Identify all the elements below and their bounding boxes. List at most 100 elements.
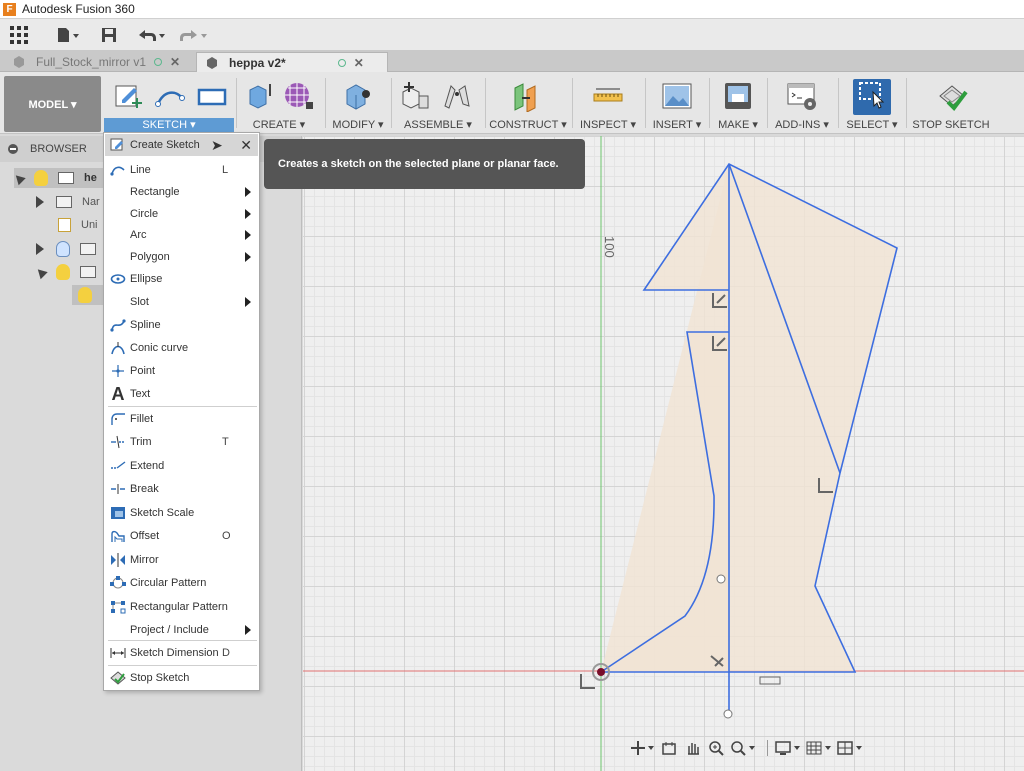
construct-menu-label[interactable]: CONSTRUCT ▾ — [487, 118, 569, 131]
insert-image-icon[interactable] — [661, 80, 693, 112]
expand-toggle-icon[interactable] — [12, 171, 26, 185]
workspace-switcher[interactable]: MODEL ▾ — [4, 76, 101, 132]
close-menu-icon[interactable]: ✕ — [240, 137, 252, 154]
offset-plane-icon[interactable] — [511, 80, 543, 112]
menu-item-fillet[interactable]: Fillet — [105, 408, 258, 430]
grid-settings-icon[interactable] — [805, 739, 832, 757]
save-icon[interactable] — [94, 23, 124, 47]
stop-sketch-group[interactable]: STOP SKETCH — [908, 72, 994, 134]
insert-group[interactable]: INSERT ▾ — [647, 72, 707, 134]
scripts-icon[interactable] — [786, 80, 818, 112]
menu-item-rectangle[interactable]: Rectangle — [105, 181, 258, 203]
visibility-bulb-icon[interactable] — [56, 264, 70, 280]
menu-item-circular-pattern[interactable]: Circular Pattern — [105, 572, 258, 594]
measure-icon[interactable] — [592, 80, 624, 112]
tree-named-views[interactable]: Nar — [36, 192, 100, 212]
stop-sketch-label[interactable]: STOP SKETCH — [908, 119, 994, 131]
menu-item-text[interactable]: A Text — [105, 383, 258, 405]
tab-heppa[interactable]: heppa v2* ✕ — [196, 52, 388, 72]
menu-item-point[interactable]: Point — [105, 360, 258, 382]
inspect-menu-label[interactable]: INSPECT ▾ — [574, 118, 642, 131]
zoom-window-icon[interactable] — [706, 739, 726, 757]
profile-region-right[interactable] — [601, 164, 897, 672]
undo-icon[interactable] — [130, 23, 170, 47]
add-ins-group[interactable]: ADD-INS ▾ — [769, 72, 835, 134]
form-icon[interactable] — [282, 80, 314, 112]
menu-item-create-sketch[interactable]: Create Sketch ➤ ✕ — [105, 134, 258, 156]
dimension-label[interactable]: 100 — [602, 236, 617, 258]
stop-sketch-icon[interactable] — [936, 80, 968, 112]
grid-icon[interactable] — [0, 23, 38, 47]
menu-item-sketch-dimension[interactable]: Sketch Dimension D — [105, 642, 258, 664]
select-icon[interactable] — [857, 80, 889, 112]
press-pull-icon[interactable] — [342, 80, 374, 112]
3d-print-icon[interactable] — [722, 80, 754, 112]
modify-group[interactable]: MODIFY ▾ — [327, 72, 389, 134]
menu-item-extend[interactable]: Extend — [105, 455, 258, 477]
menu-item-sketch-scale[interactable]: Sketch Scale — [105, 502, 258, 524]
look-at-icon[interactable] — [659, 739, 679, 757]
sketch-menu-label[interactable]: SKETCH ▾ — [104, 118, 234, 132]
collapse-browser-icon[interactable] — [8, 144, 18, 154]
menu-item-mirror[interactable]: Mirror — [105, 549, 258, 571]
menu-item-line[interactable]: Line L — [105, 159, 258, 181]
menu-item-arc[interactable]: Arc — [105, 224, 258, 246]
tree-root[interactable]: he — [12, 168, 114, 188]
redo-icon[interactable] — [172, 23, 212, 47]
menu-item-circle[interactable]: Circle — [105, 203, 258, 225]
visibility-bulb-icon[interactable] — [56, 241, 70, 257]
pan-icon[interactable] — [683, 739, 703, 757]
arc-line-icon[interactable] — [154, 80, 186, 112]
origin-point[interactable] — [597, 668, 605, 676]
spline-point[interactable] — [716, 574, 726, 584]
tree-origin[interactable] — [36, 239, 106, 259]
inspect-group[interactable]: INSPECT ▾ — [574, 72, 642, 134]
close-tab-icon[interactable]: ✕ — [170, 55, 180, 69]
select-menu-label[interactable]: SELECT ▾ — [840, 118, 904, 131]
extrude-icon[interactable] — [244, 80, 276, 112]
expand-toggle-icon[interactable] — [36, 243, 44, 255]
viewports-icon[interactable] — [837, 739, 864, 757]
create-sketch-icon[interactable] — [112, 80, 144, 112]
tree-units[interactable]: Uni — [58, 215, 98, 235]
menu-item-spline[interactable]: Spline — [105, 314, 258, 336]
visibility-bulb-icon[interactable] — [34, 170, 48, 186]
create-menu-label[interactable]: CREATE ▾ — [238, 118, 320, 131]
expand-toggle-icon[interactable] — [34, 265, 48, 279]
line-end-point[interactable] — [723, 709, 733, 719]
add-ins-menu-label[interactable]: ADD-INS ▾ — [769, 118, 835, 131]
assemble-menu-label[interactable]: ASSEMBLE ▾ — [393, 118, 483, 131]
sketch-viewport[interactable]: 100 — [303, 136, 1024, 771]
zoom-icon[interactable] — [730, 739, 757, 757]
construct-group[interactable]: CONSTRUCT ▾ — [487, 72, 569, 134]
file-icon[interactable] — [48, 23, 88, 47]
modify-menu-label[interactable]: MODIFY ▾ — [327, 118, 389, 131]
joint-icon[interactable] — [441, 80, 473, 112]
select-group[interactable]: SELECT ▾ — [840, 72, 904, 134]
display-settings-icon[interactable] — [774, 739, 801, 757]
orbit-icon[interactable] — [628, 739, 655, 757]
assemble-group[interactable]: ASSEMBLE ▾ — [393, 72, 483, 134]
menu-item-polygon[interactable]: Polygon — [105, 246, 258, 268]
tree-sketches[interactable] — [34, 262, 106, 282]
menu-item-offset[interactable]: Offset O — [105, 525, 258, 547]
expand-toggle-icon[interactable] — [36, 196, 44, 208]
menu-item-break[interactable]: Break — [105, 478, 258, 500]
tab-full-stock-mirror[interactable]: Full_Stock_mirror v1 ✕ — [4, 52, 194, 72]
close-tab-icon[interactable]: ✕ — [354, 56, 364, 70]
menu-item-stop-sketch[interactable]: Stop Sketch — [105, 667, 258, 689]
insert-menu-label[interactable]: INSERT ▾ — [647, 118, 707, 131]
make-group[interactable]: MAKE ▾ — [711, 72, 765, 134]
menu-item-ellipse[interactable]: Ellipse — [105, 268, 258, 290]
design-canvas[interactable]: 100 — [303, 136, 1024, 771]
new-component-icon[interactable] — [399, 80, 431, 112]
rectangle-icon[interactable] — [196, 80, 228, 112]
menu-item-slot[interactable]: Slot — [105, 291, 258, 313]
create-group[interactable]: CREATE ▾ — [238, 72, 320, 134]
menu-item-project-include[interactable]: Project / Include — [105, 619, 258, 641]
menu-item-trim[interactable]: Trim T — [105, 431, 258, 453]
sketch-group[interactable]: SKETCH ▾ — [104, 72, 234, 134]
visibility-bulb-icon[interactable] — [78, 287, 92, 303]
menu-item-rectangular-pattern[interactable]: Rectangular Pattern — [105, 596, 258, 618]
make-menu-label[interactable]: MAKE ▾ — [711, 118, 765, 131]
